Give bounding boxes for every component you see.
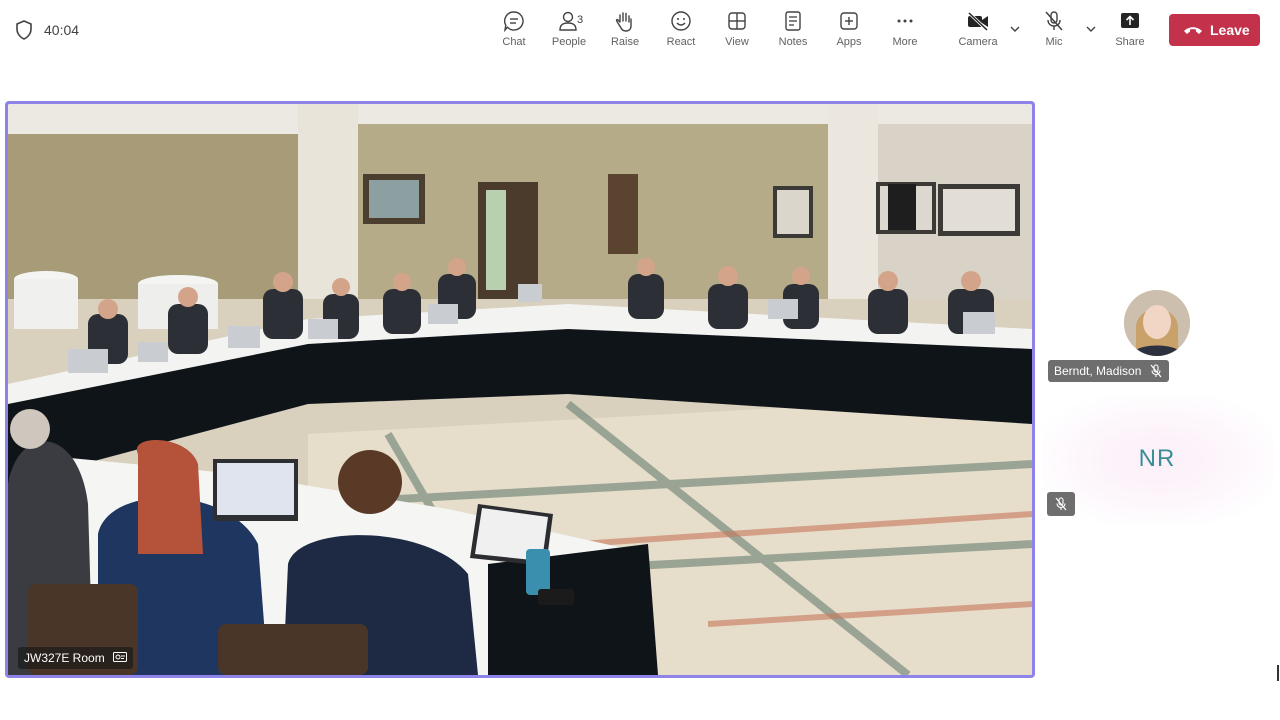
share-label: Share — [1115, 36, 1145, 48]
mic-options-chevron-icon[interactable] — [1084, 22, 1098, 36]
meeting-timer: 40:04 — [44, 22, 80, 38]
more-label: More — [892, 36, 918, 48]
hang-up-icon — [1184, 27, 1202, 34]
people-count: 3 — [577, 14, 584, 26]
grid-icon — [728, 12, 746, 30]
leave-label: Leave — [1210, 22, 1250, 38]
camera-off-icon — [967, 11, 989, 32]
mic-off-icon — [1045, 11, 1063, 31]
meeting-toolbar: 40:04 Chat 3 People Raise React View Not… — [0, 0, 1280, 62]
participant-gallery: Berndt, Madison NR — [1042, 60, 1280, 680]
raise-hand-button[interactable]: Raise — [598, 8, 652, 54]
mic-button[interactable]: Mic — [1027, 8, 1081, 54]
chat-label: Chat — [502, 36, 526, 48]
share-screen-icon — [1121, 13, 1139, 28]
hand-icon — [615, 12, 632, 32]
more-button[interactable]: More — [878, 8, 932, 54]
participant-name-badge: Berndt, Madison — [1048, 360, 1170, 382]
people-button[interactable]: 3 People — [542, 8, 596, 54]
smiley-icon — [671, 11, 691, 31]
react-button[interactable]: React — [654, 8, 708, 54]
react-label: React — [666, 36, 696, 48]
participant-mute-badge — [1047, 492, 1075, 516]
notes-button[interactable]: Notes — [766, 8, 820, 54]
camera-button[interactable]: Camera — [951, 8, 1005, 54]
apps-button[interactable]: Apps — [822, 8, 876, 54]
room-name: JW327E Room — [24, 651, 105, 665]
more-dots-icon — [897, 19, 913, 23]
camera-options-chevron-icon[interactable] — [1008, 22, 1022, 36]
apps-label: Apps — [836, 36, 862, 48]
notes-label: Notes — [778, 36, 808, 48]
view-label: View — [725, 36, 749, 48]
mic-muted-icon — [1055, 497, 1067, 511]
avatar — [1124, 290, 1190, 356]
text-cursor — [1277, 665, 1279, 681]
participant-name: Berndt, Madison — [1054, 364, 1142, 378]
shield-icon — [15, 20, 33, 40]
room-video-feed — [8, 104, 1032, 675]
raise-label: Raise — [610, 36, 640, 48]
view-button[interactable]: View — [710, 8, 764, 54]
notes-icon — [785, 11, 801, 31]
people-label: People — [551, 36, 587, 48]
camera-label: Camera — [958, 36, 998, 48]
avatar-photo — [1124, 290, 1190, 356]
chat-icon — [503, 11, 524, 32]
participant-initials: NR — [1138, 445, 1176, 472]
room-name-label: JW327E Room — [18, 647, 133, 669]
room-device-icon — [112, 652, 127, 662]
participant-tile-nr[interactable]: NR — [1042, 396, 1274, 524]
main-video-stage[interactable]: JW327E Room — [5, 101, 1035, 678]
participant-tile-madison[interactable]: Berndt, Madison — [1042, 256, 1274, 386]
mic-label: Mic — [1045, 36, 1063, 48]
add-apps-icon — [840, 12, 858, 30]
chat-button[interactable]: Chat — [487, 8, 541, 54]
share-button[interactable]: Share — [1103, 8, 1157, 54]
mic-muted-icon — [1150, 364, 1162, 378]
leave-button[interactable]: Leave — [1169, 14, 1260, 46]
